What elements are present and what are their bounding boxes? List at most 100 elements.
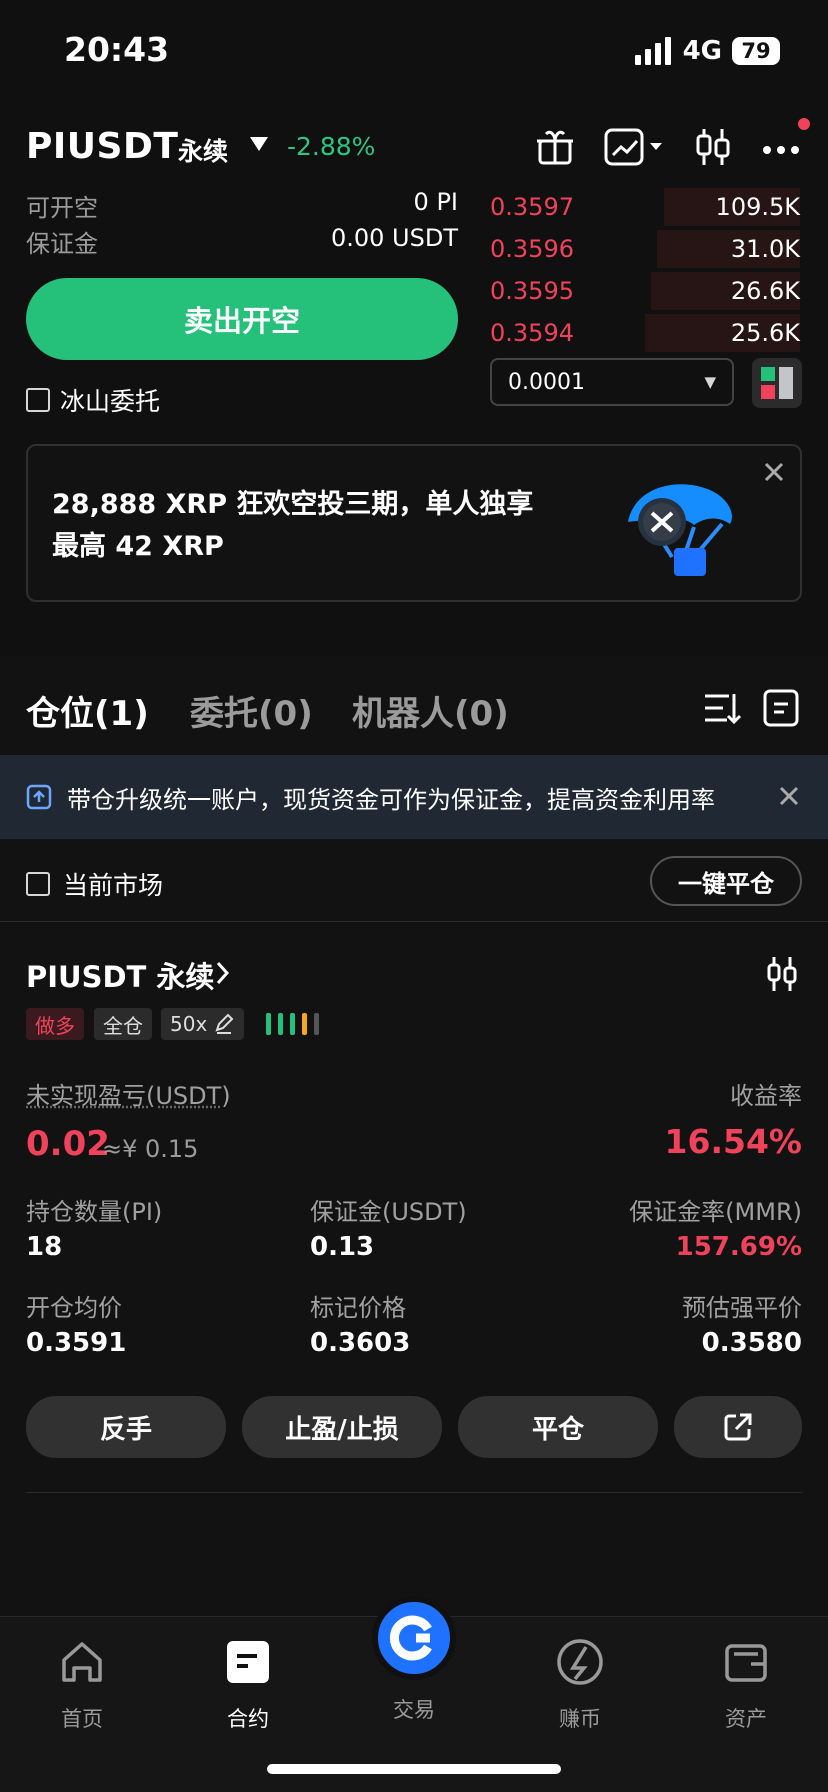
liquidation-price-value: 0.3580	[701, 1328, 802, 1358]
open-short-label: 可开空	[26, 194, 98, 222]
gift-icon[interactable]	[534, 124, 576, 170]
promo-line-2: 最高 42 XRP	[52, 531, 224, 562]
liquidation-price-label: 预估强平价	[682, 1294, 802, 1322]
promo-line-1: 28,888 XRP 狂欢空投三期，单人独享	[52, 489, 534, 520]
sort-icon[interactable]	[702, 688, 742, 728]
promo-text: 28,888 XRP 狂欢空投三期，单人独享 最高 42 XRP	[52, 484, 572, 568]
depth-precision-select[interactable]: 0.0001 ▼	[490, 358, 734, 406]
entry-price-value: 0.3591	[26, 1328, 127, 1358]
open-short-value: 0 PI	[413, 188, 458, 216]
position-symbol[interactable]: PIUSDT 永续	[26, 954, 214, 996]
order-book-layout-icon[interactable]	[752, 358, 802, 408]
reverse-button[interactable]: 反手	[26, 1396, 226, 1458]
iceberg-checkbox[interactable]	[26, 388, 50, 412]
share-icon	[724, 1413, 752, 1441]
tab-orders[interactable]: 委托(0)	[190, 686, 313, 735]
nav-trade-label: 交易	[393, 1698, 435, 1722]
order-book-row[interactable]: 0.3597 109.5K	[490, 186, 800, 228]
notice-close-icon[interactable]	[778, 785, 800, 807]
order-book-row[interactable]: 0.3594 25.6K	[490, 312, 800, 354]
entry-price-label: 开仓均价	[26, 1294, 122, 1322]
edit-icon	[215, 1013, 234, 1034]
position-bottom-divider	[26, 1492, 802, 1493]
earn-coin-icon	[557, 1639, 603, 1685]
leverage-tag[interactable]: 50x	[161, 1008, 245, 1040]
price-change: -2.88%	[287, 132, 376, 161]
sell-open-short-button[interactable]: 卖出开空	[26, 278, 458, 360]
margin-mode-tag: 全仓	[94, 1008, 152, 1040]
tab-positions[interactable]: 仓位(1)	[26, 686, 149, 735]
account-upgrade-notice[interactable]: 带仓升级统一账户，现货资金可作为保证金，提高资金利用率	[0, 755, 828, 839]
roe-label: 收益率	[730, 1082, 802, 1110]
unrealized-pnl-value: 0.02	[26, 1124, 110, 1164]
chevron-right-icon[interactable]	[214, 959, 232, 987]
ask-size: 31.0K	[730, 235, 800, 263]
leverage-value: 50x	[170, 1012, 208, 1036]
status-bar-right: 4G 79	[634, 36, 780, 66]
signal-icon	[634, 37, 671, 65]
nav-home-label: 首页	[61, 1707, 103, 1731]
current-market-filter[interactable]: 当前市场	[26, 866, 163, 902]
network-label: 4G	[682, 36, 722, 66]
nav-trade[interactable]: 交易	[354, 1596, 474, 1724]
precision-dropdown-icon: ▼	[704, 373, 716, 391]
position-chart-icon[interactable]	[766, 955, 798, 993]
ask-size: 26.6K	[730, 277, 800, 305]
mmr-value: 157.69%	[675, 1232, 802, 1262]
chart-icon[interactable]	[604, 124, 666, 170]
battery-icon: 79	[732, 37, 780, 65]
status-time: 20:43	[64, 30, 170, 69]
position-margin-label: 保证金(USDT)	[310, 1198, 467, 1226]
ask-size: 109.5K	[715, 193, 800, 221]
share-button[interactable]	[674, 1396, 802, 1458]
current-market-label: 当前市场	[63, 871, 164, 900]
iceberg-order-option[interactable]: 冰山委托	[26, 382, 160, 418]
candlestick-icon[interactable]	[694, 124, 732, 170]
home-indicator	[267, 1764, 561, 1774]
ask-size: 25.6K	[730, 319, 800, 347]
nav-earn[interactable]: 赚币	[520, 1636, 640, 1733]
contract-symbol[interactable]: PIUSDT	[26, 126, 178, 167]
order-book-row[interactable]: 0.3596 31.0K	[490, 228, 800, 270]
notification-dot-icon	[798, 118, 810, 130]
position-margin-value: 0.13	[310, 1232, 375, 1262]
battery-level: 79	[741, 39, 771, 63]
close-all-button[interactable]: 一键平仓	[650, 856, 802, 906]
notice-text: 带仓升级统一账户，现货资金可作为保证金，提高资金利用率	[67, 785, 715, 814]
contract-document-icon	[227, 1641, 269, 1683]
unrealized-pnl-label: 未实现盈亏(USDT)	[26, 1082, 231, 1110]
ask-price: 0.3596	[490, 235, 574, 263]
long-side-tag: 做多	[26, 1008, 84, 1040]
order-book-row[interactable]: 0.3595 26.6K	[490, 270, 800, 312]
ask-price: 0.3594	[490, 319, 574, 347]
quantity-value: 18	[26, 1232, 63, 1262]
trade-center-button[interactable]	[372, 1596, 456, 1680]
roe-value: 16.54%	[664, 1122, 802, 1161]
iceberg-label: 冰山委托	[60, 387, 161, 416]
margin-value: 0.00 USDT	[330, 224, 458, 252]
current-market-checkbox[interactable]	[26, 872, 50, 896]
margin-label: 保证金	[26, 230, 98, 258]
wallet-icon	[725, 1644, 767, 1682]
promo-banner[interactable]: 28,888 XRP 狂欢空投三期，单人独享 最高 42 XRP	[26, 444, 802, 602]
nav-assets-label: 资产	[725, 1707, 767, 1731]
symbol-dropdown-icon[interactable]	[250, 137, 268, 151]
mmr-label: 保证金率(MMR)	[629, 1198, 802, 1226]
nav-contract-label: 合约	[227, 1707, 269, 1731]
mark-price-value: 0.3603	[310, 1328, 411, 1358]
contract-type[interactable]: 永续	[178, 132, 228, 168]
airdrop-parachute-icon	[628, 484, 732, 576]
history-document-icon[interactable]	[762, 688, 800, 728]
tab-bots[interactable]: 机器人(0)	[352, 686, 509, 735]
tp-sl-button[interactable]: 止盈/止损	[242, 1396, 442, 1458]
upgrade-icon	[26, 784, 52, 810]
more-icon[interactable]	[760, 124, 802, 170]
nav-contract[interactable]: 合约	[188, 1636, 308, 1733]
close-position-button[interactable]: 平仓	[458, 1396, 658, 1458]
nav-assets[interactable]: 资产	[686, 1636, 806, 1733]
nav-home[interactable]: 首页	[22, 1636, 142, 1733]
ask-price: 0.3595	[490, 277, 574, 305]
ask-price: 0.3597	[490, 193, 574, 221]
promo-close-icon[interactable]	[762, 460, 786, 484]
depth-precision-value: 0.0001	[508, 369, 585, 395]
